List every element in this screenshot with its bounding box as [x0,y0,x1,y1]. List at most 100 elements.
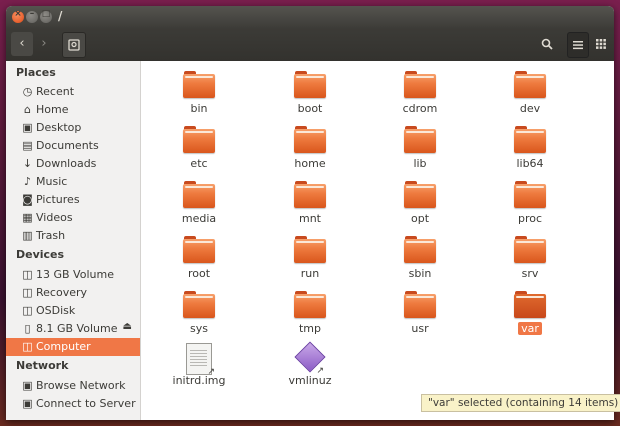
usb-drive-icon: ▯ [24,322,31,335]
sidebar-item-pictures[interactable]: ◙ Pictures [6,191,140,209]
sidebar-item-downloads[interactable]: ↓ Downloads [6,155,140,173]
folder-item[interactable]: tmp [265,291,355,343]
sidebar-item-desktop[interactable]: ▣ Desktop [6,119,140,137]
computer-icon: ◫ [22,340,33,353]
folder-item[interactable]: dev [485,71,575,123]
file-view: bin boot cdrom dev etc home lib lib64 me… [141,61,614,420]
status-bar-tooltip: "var" selected (containing 14 items) [421,394,620,412]
folder-item[interactable]: cdrom [375,71,465,123]
network-icon: ▣ [22,379,33,392]
chevron-right-icon: › [41,36,47,51]
folder-item[interactable]: bin [154,71,244,123]
folder-icon [183,71,215,98]
file-item[interactable]: ↗ initrd.img [154,343,244,395]
maximize-window-button[interactable]: □ [40,9,52,23]
folder-item[interactable]: root [154,236,244,288]
sidebar-item-8gb-volume[interactable]: ▯ 8.1 GB Volume ⏏ [6,320,140,338]
sidebar: Places ◷ Recent ⌂ Home ▣ Desktop ▤ Documents… [6,61,141,420]
item-label: tmp [298,322,321,335]
item-label: sys [190,322,208,335]
sidebar-item-documents[interactable]: ▤ Documents [6,137,140,155]
folder-icon [514,236,546,263]
folder-item[interactable]: mnt [265,181,355,233]
drive-icon: ◫ [22,304,33,317]
server-icon: ▣ [22,397,33,410]
folder-icon [514,71,546,98]
list-icon [573,41,583,50]
sidebar-item-recovery[interactable]: ◫ Recovery [6,284,140,302]
folder-icon [183,126,215,153]
folder-item[interactable]: etc [154,126,244,178]
folder-icon [404,181,436,208]
sidebar-item-label: Trash [36,229,66,242]
folder-item[interactable]: home [265,126,355,178]
window-title: / [58,9,63,23]
minimize-icon: – [29,9,35,19]
search-icon [541,38,553,50]
titlebar: × – □ / [6,6,614,28]
text-file-icon: ↗ [186,343,215,377]
drive-icon: ◫ [22,268,33,281]
folder-item[interactable]: proc [485,181,575,233]
sidebar-item-label: Documents [36,139,99,152]
desktop-icon: ▣ [22,121,33,134]
folder-item[interactable]: lib64 [485,126,575,178]
close-window-button[interactable]: × [12,9,24,23]
folder-item[interactable]: run [265,236,355,288]
folder-item[interactable]: sbin [375,236,465,288]
sidebar-item-trash[interactable]: ▥ Trash [6,227,140,245]
item-label: etc [190,157,208,170]
sidebar-item-label: Home [36,103,69,116]
eject-icon[interactable]: ⏏ [123,321,132,332]
sidebar-item-connect-server[interactable]: ▣ Connect to Server [6,395,140,413]
folder-item[interactable]: lib [375,126,465,178]
folder-item[interactable]: srv [485,236,575,288]
executable-file-icon: ↗ [294,341,326,376]
path-bar-root-button[interactable] [62,32,86,58]
sidebar-item-home[interactable]: ⌂ Home [6,101,140,119]
sidebar-section-devices: Devices [16,248,65,261]
item-label: bin [190,102,208,115]
sidebar-item-computer[interactable]: ◫ Computer [6,338,140,356]
search-button[interactable] [535,32,559,56]
item-label: sbin [408,267,432,280]
back-button[interactable]: ‹ [11,32,33,56]
sidebar-item-label: 13 GB Volume [36,268,114,281]
folder-icon [514,291,546,318]
folder-item[interactable]: sys [154,291,244,343]
folder-icon [294,291,326,318]
clock-icon: ◷ [22,85,33,98]
folder-item[interactable]: boot [265,71,355,123]
sidebar-item-videos[interactable]: ▦ Videos [6,209,140,227]
sidebar-item-label: Computer [36,340,91,353]
sidebar-item-label: Connect to Server [36,397,136,410]
folder-item[interactable]: usr [375,291,465,343]
drive-icon [68,39,80,51]
item-label: media [181,212,217,225]
sidebar-item-browse-network[interactable]: ▣ Browse Network [6,377,140,395]
file-item[interactable]: ↗ vmlinuz [265,341,355,395]
item-label: root [187,267,211,280]
item-label: usr [411,322,429,335]
forward-button[interactable]: › [33,32,55,56]
minimize-window-button[interactable]: – [26,9,38,23]
sidebar-item-osdisk[interactable]: ◫ OSDisk [6,302,140,320]
folder-icon [404,71,436,98]
list-view-button[interactable] [567,32,589,58]
sidebar-item-label: Recovery [36,286,88,299]
folder-item[interactable]: opt [375,181,465,233]
download-icon: ↓ [22,157,33,170]
sidebar-item-13gb-volume[interactable]: ◫ 13 GB Volume [6,266,140,284]
sidebar-section-network: Network [16,359,69,372]
sidebar-item-recent[interactable]: ◷ Recent [6,83,140,101]
sidebar-item-music[interactable]: ♪ Music [6,173,140,191]
item-label: srv [521,267,539,280]
folder-item-selected[interactable]: var [485,291,575,343]
folder-item[interactable]: media [154,181,244,233]
item-label: run [300,267,320,280]
grid-view-button[interactable] [591,32,611,56]
sidebar-item-label: Pictures [36,193,80,206]
folder-icon [294,236,326,263]
folder-icon [294,71,326,98]
music-icon: ♪ [23,175,32,188]
